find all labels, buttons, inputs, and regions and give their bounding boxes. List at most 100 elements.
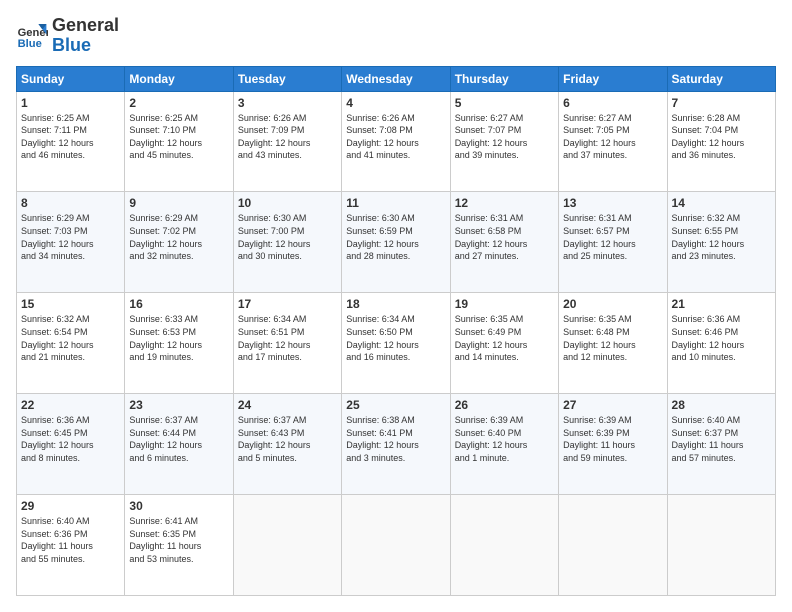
day-cell: 30 Sunrise: 6:41 AM Sunset: 6:35 PM Dayli… xyxy=(125,495,233,596)
day-info: Sunrise: 6:36 AM Sunset: 6:45 PM Dayligh… xyxy=(21,414,120,464)
day-cell: 1 Sunrise: 6:25 AM Sunset: 7:11 PM Daylig… xyxy=(17,91,125,192)
day-info: Sunrise: 6:40 AM Sunset: 6:36 PM Dayligh… xyxy=(21,515,120,565)
day-cell xyxy=(233,495,341,596)
weekday-header-friday: Friday xyxy=(559,66,667,91)
day-cell: 14 Sunrise: 6:32 AM Sunset: 6:55 PM Dayli… xyxy=(667,192,775,293)
svg-text:Blue: Blue xyxy=(18,38,42,50)
day-number: 23 xyxy=(129,398,228,412)
day-number: 30 xyxy=(129,499,228,513)
day-info: Sunrise: 6:25 AM Sunset: 7:11 PM Dayligh… xyxy=(21,112,120,162)
day-info: Sunrise: 6:31 AM Sunset: 6:58 PM Dayligh… xyxy=(455,212,554,262)
logo-icon: General Blue xyxy=(16,20,48,52)
weekday-header-wednesday: Wednesday xyxy=(342,66,450,91)
day-info: Sunrise: 6:29 AM Sunset: 7:03 PM Dayligh… xyxy=(21,212,120,262)
day-cell xyxy=(559,495,667,596)
day-number: 24 xyxy=(238,398,337,412)
day-number: 4 xyxy=(346,96,445,110)
day-info: Sunrise: 6:25 AM Sunset: 7:10 PM Dayligh… xyxy=(129,112,228,162)
day-cell: 20Sunrise: 6:35 AM Sunset: 6:48 PM Dayli… xyxy=(559,293,667,394)
day-info: Sunrise: 6:35 AM Sunset: 6:49 PM Dayligh… xyxy=(455,313,554,363)
day-cell xyxy=(342,495,450,596)
logo-name-line1: General xyxy=(52,16,119,36)
day-number: 10 xyxy=(238,196,337,210)
header: General Blue General Blue xyxy=(16,16,776,56)
day-info: Sunrise: 6:26 AM Sunset: 7:09 PM Dayligh… xyxy=(238,112,337,162)
day-cell: 25 Sunrise: 6:38 AM Sunset: 6:41 PM Dayli… xyxy=(342,394,450,495)
day-info: Sunrise: 6:33 AM Sunset: 6:53 PM Dayligh… xyxy=(129,313,228,363)
day-cell: 5 Sunrise: 6:27 AM Sunset: 7:07 PM Daylig… xyxy=(450,91,558,192)
day-info: Sunrise: 6:36 AM Sunset: 6:46 PM Dayligh… xyxy=(672,313,771,363)
day-cell: 18Sunrise: 6:34 AM Sunset: 6:50 PM Dayli… xyxy=(342,293,450,394)
calendar-table: SundayMondayTuesdayWednesdayThursdayFrid… xyxy=(16,66,776,596)
day-number: 12 xyxy=(455,196,554,210)
day-number: 21 xyxy=(672,297,771,311)
day-info: Sunrise: 6:37 AM Sunset: 6:44 PM Dayligh… xyxy=(129,414,228,464)
day-cell: 12 Sunrise: 6:31 AM Sunset: 6:58 PM Dayli… xyxy=(450,192,558,293)
day-cell: 17Sunrise: 6:34 AM Sunset: 6:51 PM Dayli… xyxy=(233,293,341,394)
day-number: 7 xyxy=(672,96,771,110)
day-number: 9 xyxy=(129,196,228,210)
week-row-2: 8Sunrise: 6:29 AM Sunset: 7:03 PM Daylig… xyxy=(17,192,776,293)
day-number: 2 xyxy=(129,96,228,110)
weekday-header-row: SundayMondayTuesdayWednesdayThursdayFrid… xyxy=(17,66,776,91)
day-number: 20 xyxy=(563,297,662,311)
day-cell: 21 Sunrise: 6:36 AM Sunset: 6:46 PM Dayli… xyxy=(667,293,775,394)
day-cell: 29 Sunrise: 6:40 AM Sunset: 6:36 PM Dayli… xyxy=(17,495,125,596)
day-info: Sunrise: 6:39 AM Sunset: 6:40 PM Dayligh… xyxy=(455,414,554,464)
day-info: Sunrise: 6:32 AM Sunset: 6:55 PM Dayligh… xyxy=(672,212,771,262)
day-info: Sunrise: 6:30 AM Sunset: 6:59 PM Dayligh… xyxy=(346,212,445,262)
weekday-header-tuesday: Tuesday xyxy=(233,66,341,91)
day-info: Sunrise: 6:28 AM Sunset: 7:04 PM Dayligh… xyxy=(672,112,771,162)
day-number: 27 xyxy=(563,398,662,412)
day-number: 14 xyxy=(672,196,771,210)
day-info: Sunrise: 6:39 AM Sunset: 6:39 PM Dayligh… xyxy=(563,414,662,464)
day-number: 13 xyxy=(563,196,662,210)
logo-name-line2: Blue xyxy=(52,36,119,56)
day-number: 25 xyxy=(346,398,445,412)
day-number: 16 xyxy=(129,297,228,311)
day-cell xyxy=(667,495,775,596)
day-number: 17 xyxy=(238,297,337,311)
weekday-header-thursday: Thursday xyxy=(450,66,558,91)
day-cell: 16 Sunrise: 6:33 AM Sunset: 6:53 PM Dayli… xyxy=(125,293,233,394)
day-number: 1 xyxy=(21,96,120,110)
day-info: Sunrise: 6:41 AM Sunset: 6:35 PM Dayligh… xyxy=(129,515,228,565)
day-number: 29 xyxy=(21,499,120,513)
day-cell: 6 Sunrise: 6:27 AM Sunset: 7:05 PM Daylig… xyxy=(559,91,667,192)
day-number: 5 xyxy=(455,96,554,110)
day-cell xyxy=(450,495,558,596)
day-cell: 11 Sunrise: 6:30 AM Sunset: 6:59 PM Dayli… xyxy=(342,192,450,293)
day-info: Sunrise: 6:27 AM Sunset: 7:07 PM Dayligh… xyxy=(455,112,554,162)
day-cell: 28 Sunrise: 6:40 AM Sunset: 6:37 PM Dayli… xyxy=(667,394,775,495)
calendar-page: General Blue General Blue SundayMondayTu… xyxy=(0,0,792,612)
day-number: 11 xyxy=(346,196,445,210)
day-cell: 15 Sunrise: 6:32 AM Sunset: 6:54 PM Dayli… xyxy=(17,293,125,394)
day-info: Sunrise: 6:38 AM Sunset: 6:41 PM Dayligh… xyxy=(346,414,445,464)
day-cell: 23 Sunrise: 6:37 AM Sunset: 6:44 PM Dayli… xyxy=(125,394,233,495)
day-info: Sunrise: 6:29 AM Sunset: 7:02 PM Dayligh… xyxy=(129,212,228,262)
day-cell: 9 Sunrise: 6:29 AM Sunset: 7:02 PM Daylig… xyxy=(125,192,233,293)
day-cell: 24Sunrise: 6:37 AM Sunset: 6:43 PM Dayli… xyxy=(233,394,341,495)
day-cell: 27 Sunrise: 6:39 AM Sunset: 6:39 PM Dayli… xyxy=(559,394,667,495)
day-number: 19 xyxy=(455,297,554,311)
day-cell: 8Sunrise: 6:29 AM Sunset: 7:03 PM Daylig… xyxy=(17,192,125,293)
day-info: Sunrise: 6:34 AM Sunset: 6:50 PM Dayligh… xyxy=(346,313,445,363)
day-cell: 2 Sunrise: 6:25 AM Sunset: 7:10 PM Daylig… xyxy=(125,91,233,192)
day-info: Sunrise: 6:26 AM Sunset: 7:08 PM Dayligh… xyxy=(346,112,445,162)
day-number: 6 xyxy=(563,96,662,110)
day-info: Sunrise: 6:32 AM Sunset: 6:54 PM Dayligh… xyxy=(21,313,120,363)
day-number: 26 xyxy=(455,398,554,412)
day-cell: 3 Sunrise: 6:26 AM Sunset: 7:09 PM Daylig… xyxy=(233,91,341,192)
day-number: 15 xyxy=(21,297,120,311)
day-info: Sunrise: 6:40 AM Sunset: 6:37 PM Dayligh… xyxy=(672,414,771,464)
day-cell: 4 Sunrise: 6:26 AM Sunset: 7:08 PM Daylig… xyxy=(342,91,450,192)
day-number: 3 xyxy=(238,96,337,110)
day-info: Sunrise: 6:27 AM Sunset: 7:05 PM Dayligh… xyxy=(563,112,662,162)
week-row-5: 29 Sunrise: 6:40 AM Sunset: 6:36 PM Dayli… xyxy=(17,495,776,596)
day-cell: 26 Sunrise: 6:39 AM Sunset: 6:40 PM Dayli… xyxy=(450,394,558,495)
day-info: Sunrise: 6:31 AM Sunset: 6:57 PM Dayligh… xyxy=(563,212,662,262)
day-number: 28 xyxy=(672,398,771,412)
day-info: Sunrise: 6:30 AM Sunset: 7:00 PM Dayligh… xyxy=(238,212,337,262)
weekday-header-sunday: Sunday xyxy=(17,66,125,91)
day-cell: 13 Sunrise: 6:31 AM Sunset: 6:57 PM Dayli… xyxy=(559,192,667,293)
